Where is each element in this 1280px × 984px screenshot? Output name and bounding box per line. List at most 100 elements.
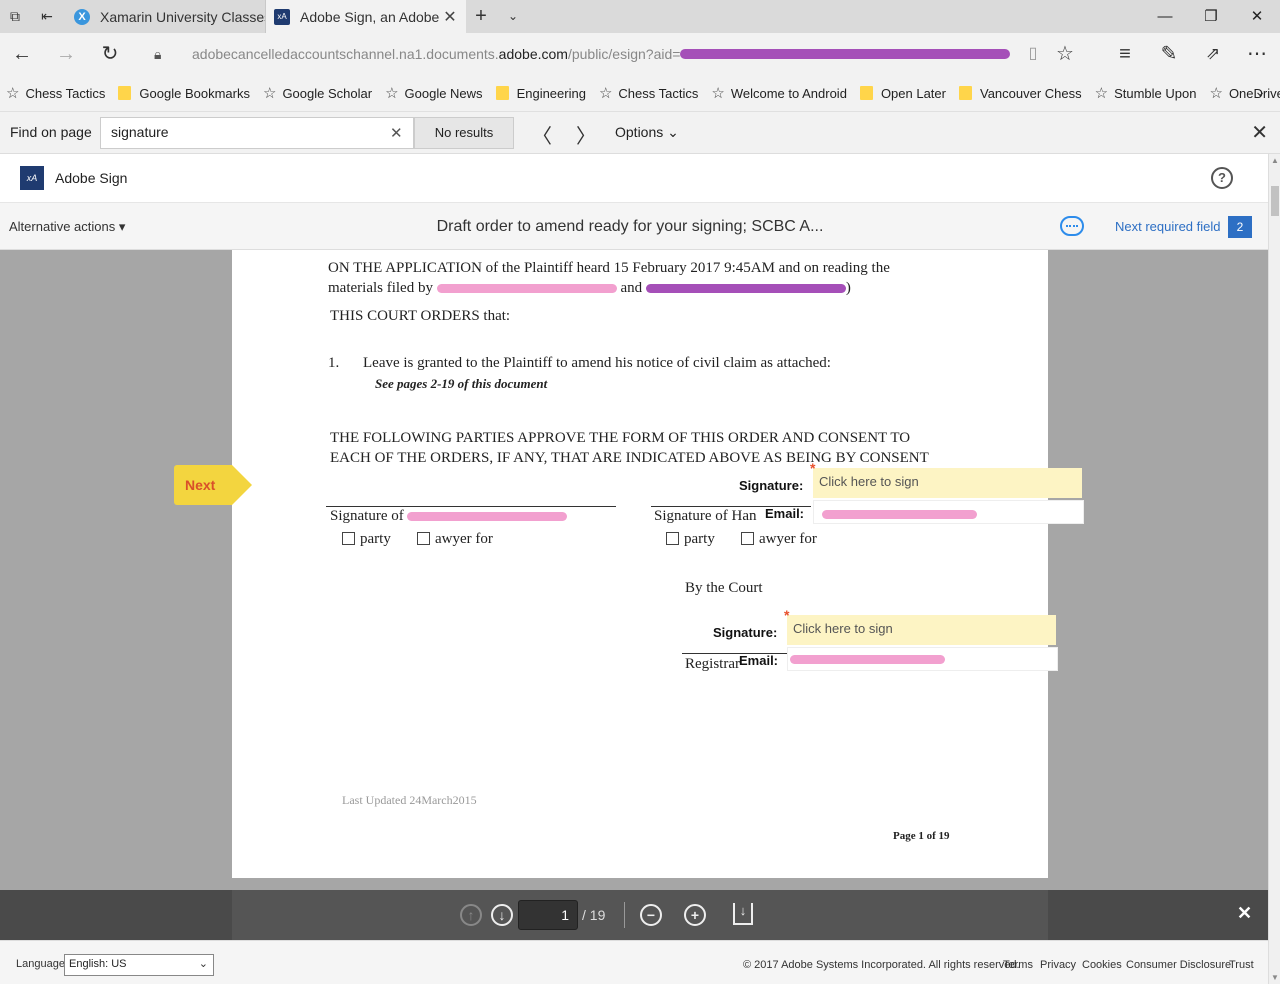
star-icon: ☆ bbox=[262, 85, 277, 102]
favorites-more-chevron-icon[interactable]: ⌄ bbox=[1254, 83, 1266, 100]
refresh-icon[interactable]: ↻ bbox=[97, 41, 123, 67]
privacy-link[interactable]: Privacy bbox=[1040, 959, 1076, 971]
left-signature-caption: Signature of bbox=[330, 508, 568, 525]
more-menu-icon[interactable]: ⋯ bbox=[1244, 41, 1270, 67]
favorite-item[interactable]: ☆ OneDrive bbox=[1209, 84, 1280, 102]
favorite-item[interactable]: Engineering bbox=[495, 86, 586, 101]
folder-icon bbox=[495, 86, 509, 100]
back-arrow-icon[interactable]: ← bbox=[9, 41, 35, 67]
favorite-item[interactable]: ☆ Chess Tactics bbox=[599, 84, 698, 102]
scrollbar-thumb[interactable] bbox=[1271, 186, 1279, 216]
right-signature-label: Signature of Han bbox=[654, 508, 757, 524]
lawyer-label: awyer for bbox=[435, 531, 493, 547]
signature-field[interactable]: * Click here to sign bbox=[784, 607, 1056, 645]
favorite-item[interactable]: ☆ Welcome to Android bbox=[711, 84, 847, 102]
close-window-button[interactable]: ✕ bbox=[1234, 0, 1280, 33]
forward-arrow-icon[interactable]: → bbox=[53, 41, 79, 67]
favorite-item[interactable]: ☆ Stumble Upon bbox=[1095, 84, 1197, 102]
right-party-option: party bbox=[666, 531, 715, 548]
star-icon: ☆ bbox=[1209, 85, 1223, 102]
clear-find-icon[interactable]: ✕ bbox=[390, 124, 403, 142]
tab-preview-chevron-icon[interactable]: ⌄ bbox=[504, 7, 522, 25]
page-scrollbar[interactable]: ▲ ▼ bbox=[1268, 154, 1280, 984]
url-prefix: adobecancelledaccountschannel.na1.docume… bbox=[192, 46, 499, 62]
help-icon[interactable]: ? bbox=[1211, 167, 1233, 189]
zoom-in-icon[interactable]: + bbox=[684, 904, 706, 926]
favorite-item[interactable]: Vancouver Chess bbox=[958, 85, 1082, 101]
lock-icon: 🔒︎ bbox=[154, 45, 162, 62]
close-find-icon[interactable]: ✕ bbox=[1251, 120, 1268, 145]
folder-icon bbox=[118, 86, 132, 100]
cookies-link[interactable]: Cookies bbox=[1082, 959, 1122, 971]
signature-field[interactable]: * Click here to sign bbox=[810, 460, 1082, 498]
tab-adobe-sign[interactable]: xA Adobe Sign, an Adobe I ✕ bbox=[266, 0, 466, 33]
lawyer-checkbox[interactable] bbox=[741, 532, 754, 545]
star-icon: ☆ bbox=[711, 85, 725, 102]
favorite-item[interactable]: ☆ Chess Tactics bbox=[6, 84, 105, 102]
tab-manager-icon[interactable]: ⧉ bbox=[6, 7, 24, 25]
minimize-button[interactable]: — bbox=[1142, 0, 1188, 33]
url-path: /public/esign?aid= bbox=[567, 46, 681, 62]
restore-button[interactable]: ❐ bbox=[1188, 0, 1234, 33]
zoom-out-icon[interactable]: − bbox=[640, 904, 662, 926]
address-bar[interactable]: 🔒︎ adobecancelledaccountschannel.na1.doc… bbox=[154, 41, 1014, 67]
required-count-badge: 2 bbox=[1228, 216, 1252, 238]
next-field-tag[interactable]: Next bbox=[174, 465, 252, 505]
comment-icon[interactable] bbox=[1060, 216, 1084, 236]
hub-icon[interactable]: ≡ bbox=[1112, 41, 1138, 67]
next-tag-arrow bbox=[232, 465, 252, 505]
download-icon[interactable]: ↓ bbox=[733, 903, 753, 925]
find-input[interactable]: signature bbox=[100, 117, 414, 149]
see-pages-note: See pages 2-19 of this document bbox=[375, 376, 548, 391]
tab-close-icon[interactable]: ✕ bbox=[440, 7, 460, 27]
trust-link[interactable]: Trust bbox=[1229, 959, 1254, 971]
app-header: xA Adobe Sign ? bbox=[0, 154, 1268, 203]
language-select[interactable]: English: US ⌄ bbox=[64, 954, 214, 976]
party-checkbox[interactable] bbox=[666, 532, 679, 545]
close-toolbar-icon[interactable]: ✕ bbox=[1237, 903, 1252, 924]
find-next-icon[interactable]: 〉 bbox=[576, 120, 596, 149]
tab-label: Xamarin University Classes bbox=[100, 8, 265, 25]
lawyer-checkbox[interactable] bbox=[417, 532, 430, 545]
adobe-sign-logo-icon: xA bbox=[20, 166, 44, 190]
next-required-field-button[interactable]: Next required field bbox=[1115, 219, 1221, 234]
next-page-icon[interactable]: ↓ bbox=[491, 904, 513, 926]
favorite-item[interactable]: ☆ Google Scholar bbox=[263, 84, 372, 102]
footer-bar: Language English: US ⌄ © 2017 Adobe Syst… bbox=[0, 940, 1268, 984]
favorite-label: Welcome to Android bbox=[730, 85, 847, 101]
para1-line2-start: materials filed by bbox=[328, 280, 437, 296]
scroll-down-icon[interactable]: ▼ bbox=[1271, 973, 1279, 982]
set-tabs-aside-icon[interactable]: ⇤ bbox=[38, 7, 56, 25]
find-options-dropdown[interactable]: Options ⌄ bbox=[615, 124, 679, 141]
new-tab-icon[interactable]: + bbox=[472, 6, 490, 26]
find-previous-icon[interactable]: 〈 bbox=[532, 120, 552, 149]
redaction-mark bbox=[822, 510, 977, 519]
page-number-input[interactable]: 1 bbox=[518, 900, 578, 930]
favorite-item[interactable]: Google Bookmarks bbox=[118, 86, 250, 101]
favorite-label: Chess Tactics bbox=[25, 85, 106, 101]
previous-page-icon[interactable]: ↑ bbox=[460, 904, 482, 926]
terms-link[interactable]: Terms bbox=[1003, 959, 1033, 971]
favorite-label: Google News bbox=[404, 85, 483, 101]
signature-line bbox=[326, 506, 616, 507]
party-label: party bbox=[684, 531, 715, 547]
tab-xamarin[interactable]: X Xamarin University Classes bbox=[66, 0, 266, 33]
favorite-item[interactable]: Open Later bbox=[859, 86, 946, 101]
favorite-item[interactable]: ☆ Google News bbox=[385, 84, 483, 102]
favorite-label: Google Bookmarks bbox=[139, 85, 250, 101]
pdf-toolbar: ↑ ↓ 1 / 19 − + ↓ ✕ bbox=[0, 890, 1268, 940]
web-note-icon[interactable]: ✎ bbox=[1156, 41, 1182, 67]
consumer-disclosure-link[interactable]: Consumer Disclosure bbox=[1126, 959, 1231, 971]
party-checkbox[interactable] bbox=[342, 532, 355, 545]
star-icon: ☆ bbox=[598, 85, 613, 102]
favorite-label: Vancouver Chess bbox=[979, 85, 1082, 101]
scroll-up-icon[interactable]: ▲ bbox=[1271, 156, 1279, 165]
share-icon[interactable]: ⇗ bbox=[1200, 41, 1226, 67]
favorite-label: Chess Tactics bbox=[618, 85, 699, 101]
signature-label: Signature: bbox=[713, 625, 778, 640]
reading-view-icon[interactable]: ▯ bbox=[1020, 41, 1046, 67]
page-number: Page 1 of 19 bbox=[893, 830, 950, 842]
find-label: Find on page bbox=[10, 124, 92, 140]
signature-label: Signature: bbox=[739, 478, 804, 493]
favorite-star-icon[interactable]: ☆ bbox=[1052, 41, 1078, 67]
